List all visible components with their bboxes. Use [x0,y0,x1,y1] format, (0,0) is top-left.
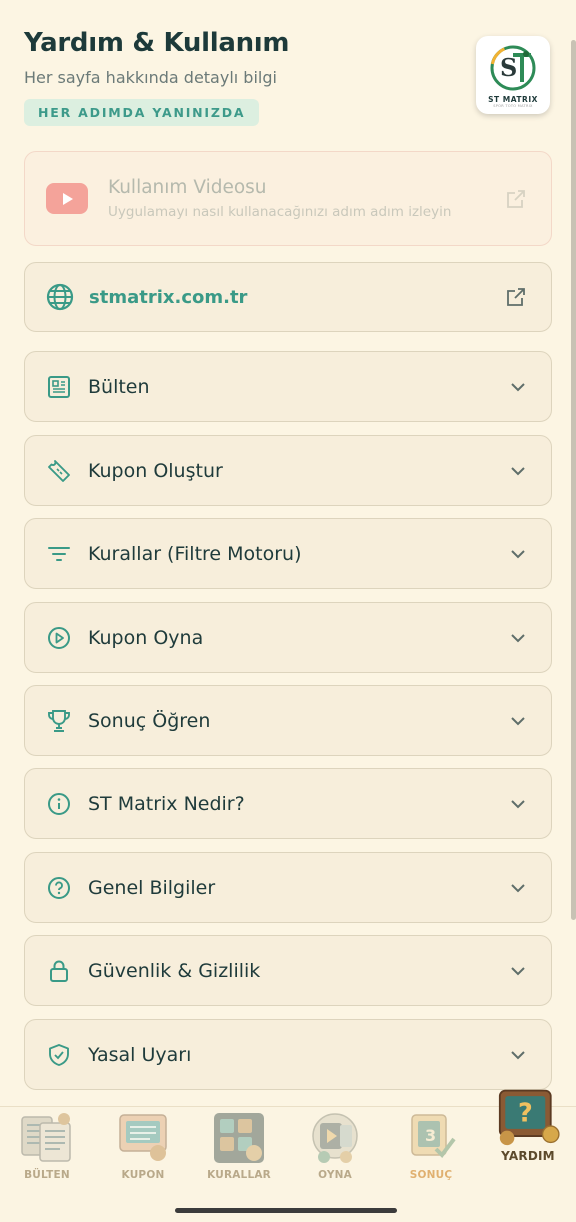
newspaper-icon [46,374,72,400]
tab-label: OYNA [318,1169,352,1181]
tab-label: SONUÇ [409,1169,453,1181]
globe-icon [46,283,74,311]
page-title: Yardım & Kullanım [24,28,290,58]
tab-kurallar[interactable]: KURALLAR [207,1109,271,1185]
filter-icon [46,541,72,567]
play-icon [312,1113,358,1163]
video-description: Uygulamayı nasıl kullanacağınızı adım ad… [108,204,452,220]
rules-icon [214,1113,264,1163]
tab-label: BÜLTEN [24,1169,70,1181]
page-subtitle: Her sayfa hakkında detaylı bilgi [24,68,277,87]
bulletin-icon [21,1113,71,1162]
chevron-down-icon [511,633,525,642]
svg-text:S: S [500,53,517,82]
tab-label: YARDIM [501,1149,555,1163]
chevron-down-icon [511,883,525,892]
tab-bulten[interactable]: BÜLTEN [16,1109,78,1185]
website-link[interactable]: stmatrix.com.tr [24,262,552,332]
logo-text: ST MATRIX [488,95,538,104]
section-kupon-olustur[interactable]: Kupon Oluştur [24,435,552,506]
section-label: ST Matrix Nedir? [88,792,245,815]
shield-check-icon [46,1042,72,1068]
section-label: Sonuç Öğren [88,709,211,732]
section-kupon-oyna[interactable]: Kupon Oyna [24,602,552,673]
section-genel-bilgiler[interactable]: Genel Bilgiler [24,852,552,923]
section-label: Yasal Uyarı [88,1043,192,1066]
section-label: Kupon Oyna [88,626,204,649]
external-link-icon [507,189,525,208]
page-header: Yardım & Kullanım Her sayfa hakkında det… [24,28,552,138]
tab-sonuc[interactable]: 3 SONUÇ [400,1109,462,1185]
chevron-down-icon [511,799,525,808]
tab-oyna[interactable]: OYNA [304,1109,366,1185]
section-kurallar[interactable]: Kurallar (Filtre Motoru) [24,518,552,589]
chevron-down-icon [511,1050,525,1059]
svg-text:3: 3 [425,1126,436,1145]
tab-kupon[interactable]: KUPON [112,1109,174,1185]
chevron-down-icon [511,966,525,975]
play-circle-icon [46,625,72,651]
video-card[interactable]: Kullanım Videosu Uygulamayı nasıl kullan… [24,151,552,246]
bottom-tab-bar: BÜLTEN KUPON KURALLAR OYNA 3 SONUÇ ? YAR… [0,1089,576,1222]
youtube-icon [46,183,88,214]
chevron-down-icon [511,466,525,475]
section-label: Bülten [88,375,150,398]
tab-label: KUPON [121,1169,165,1181]
tab-yardim[interactable]: ? YARDIM [488,1087,568,1163]
logo-subtext: SPOR TOTO MATRIX [493,104,533,108]
home-indicator [175,1208,397,1213]
coupon-icon [119,1114,167,1161]
tab-label: KURALLAR [207,1169,271,1181]
section-label: Kupon Oluştur [88,459,223,482]
section-yasal-uyari[interactable]: Yasal Uyarı [24,1019,552,1090]
website-label: stmatrix.com.tr [89,286,248,308]
chevron-down-icon [511,382,525,391]
section-st-matrix-nedir[interactable]: ST Matrix Nedir? [24,768,552,839]
external-link-icon [507,288,525,306]
section-guvenlik-gizlilik[interactable]: Güvenlik & Gizlilik [24,935,552,1006]
header-badge: HER ADIMDA YANINIZDA [24,99,260,126]
lock-icon [46,958,72,984]
scrollbar[interactable] [571,40,576,920]
chevron-down-icon [511,716,525,725]
st-matrix-logo-icon: S [490,45,536,91]
result-icon: 3 [411,1114,456,1159]
help-circle-icon [46,875,72,901]
info-icon [46,791,72,817]
section-label: Güvenlik & Gizlilik [88,959,261,982]
video-title: Kullanım Videosu [108,177,267,198]
app-logo: S ST MATRIX SPOR TOTO MATRIX [476,36,550,114]
ticket-icon [46,458,72,484]
section-label: Genel Bilgiler [88,876,216,899]
section-label: Kurallar (Filtre Motoru) [88,542,302,565]
trophy-icon [46,708,72,734]
chevron-down-icon [511,549,525,558]
section-bulten[interactable]: Bülten [24,351,552,422]
section-sonuc-ogren[interactable]: Sonuç Öğren [24,685,552,756]
help-tab-icon: ? [498,1089,560,1146]
svg-text:?: ? [518,1099,533,1129]
